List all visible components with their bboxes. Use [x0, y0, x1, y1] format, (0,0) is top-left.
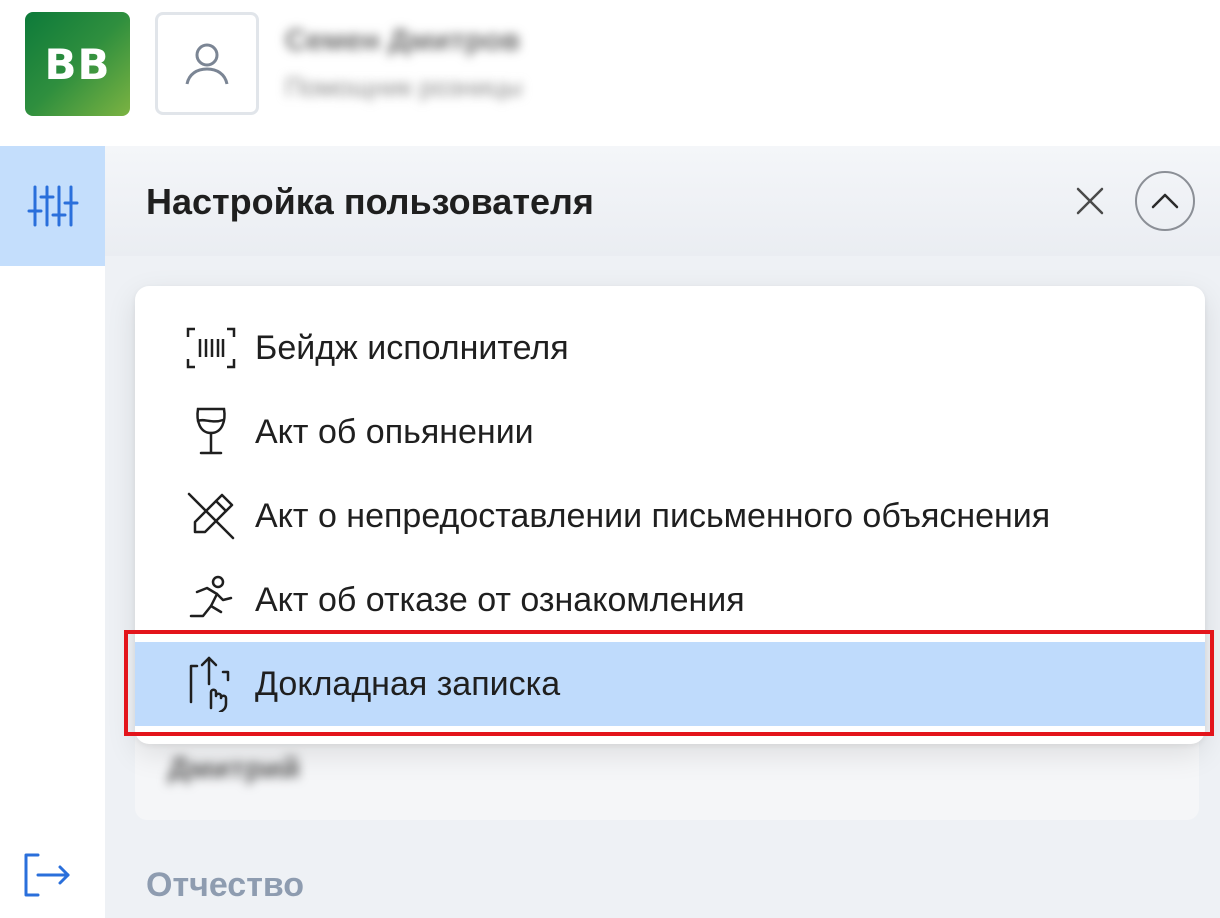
menu-item-label: Акт о непредоставлении письменного объяс…: [255, 496, 1051, 535]
app-logo[interactable]: BB: [25, 12, 130, 116]
document-dropdown-menu: Бейдж исполнителя Акт об опьянении Акт о…: [135, 286, 1205, 744]
pencil-crossed-icon: [183, 488, 239, 544]
user-icon: [185, 43, 229, 84]
user-name: Семен Дмитров: [285, 24, 521, 57]
menu-item-label: Докладная записка: [255, 664, 561, 703]
menu-item-memo[interactable]: Докладная записка: [135, 642, 1205, 726]
sliders-icon: [27, 185, 78, 227]
patronymic-label: Отчество: [146, 866, 305, 904]
menu-item-label: Акт об отказе от ознакомления: [255, 580, 745, 619]
wine-glass-icon: [183, 404, 239, 460]
rail-item-settings[interactable]: [0, 146, 105, 266]
badge-barcode-icon: [183, 320, 239, 376]
menu-item-badge[interactable]: Бейдж исполнителя: [135, 306, 1205, 390]
page-title: Настройка пользователя: [146, 181, 594, 222]
avatar[interactable]: [155, 12, 259, 115]
menu-item-intoxication-act[interactable]: Акт об опьянении: [135, 390, 1205, 474]
user-role: Помощник розницы: [285, 72, 523, 102]
collapse-button[interactable]: [1135, 171, 1195, 231]
menu-item-no-explanation-act[interactable]: Акт о непредоставлении письменного объяс…: [135, 474, 1205, 558]
logo-text: BB: [44, 39, 111, 89]
logout-icon: [24, 853, 70, 897]
running-person-icon: [183, 572, 239, 628]
menu-item-refusal-act[interactable]: Акт об отказе от ознакомления: [135, 558, 1205, 642]
close-button[interactable]: [1068, 178, 1112, 224]
menu-item-label: Акт об опьянении: [255, 412, 534, 451]
logout-button[interactable]: [22, 852, 72, 898]
first-name-value: Дмитрий: [168, 752, 300, 785]
close-icon: [1076, 187, 1104, 215]
hand-upload-icon: [183, 656, 239, 712]
chevron-up-icon: [1151, 193, 1179, 209]
menu-item-label: Бейдж исполнителя: [255, 328, 569, 367]
